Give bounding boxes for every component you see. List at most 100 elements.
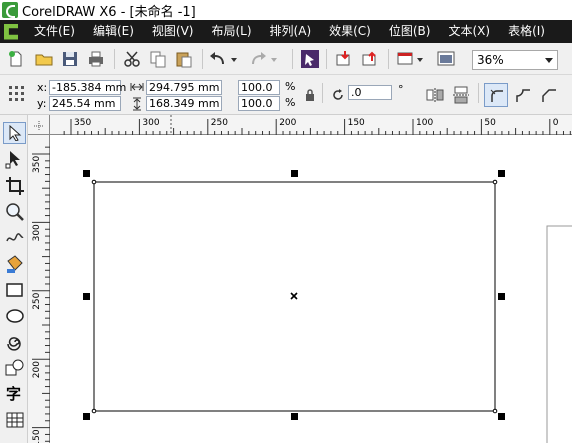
handle-top-right: [498, 170, 505, 177]
menu-bar: 文件(E) 编辑(E) 视图(V) 布局(L) 排列(A) 效果(C) 位图(B…: [0, 20, 572, 43]
handle-bottom-right: [498, 413, 505, 420]
export-icon[interactable]: [360, 49, 380, 69]
table-tool-icon[interactable]: [4, 409, 26, 431]
new-icon[interactable]: [6, 49, 26, 69]
horizontal-ruler-ticks: 350 300 250 200 150 100 50 0: [63, 115, 571, 135]
toolbar-separator: [326, 49, 327, 69]
property-separator: [322, 83, 323, 103]
app-menu-logo-icon[interactable]: [0, 20, 22, 43]
chevron-down-icon: [545, 58, 553, 63]
round-corner-button[interactable]: [484, 83, 508, 107]
reference-point-icon[interactable]: [8, 85, 26, 103]
ruler-label: 350: [32, 156, 42, 173]
ruler-label: 200: [32, 361, 42, 378]
drawing-canvas[interactable]: [51, 136, 572, 443]
ellipse-tool-icon[interactable]: [4, 305, 26, 327]
zoom-tool-icon[interactable]: [4, 201, 26, 223]
ruler-label: 250: [32, 292, 42, 309]
rotation-icon: [333, 89, 343, 100]
spiral-tool-icon[interactable]: [4, 331, 26, 353]
copy-icon[interactable]: [148, 49, 168, 69]
mirror-vertical-icon[interactable]: [452, 86, 470, 104]
lock-ratio-icon[interactable]: [304, 88, 316, 102]
redo-icon[interactable]: [248, 49, 268, 69]
search-content-icon[interactable]: [300, 49, 320, 69]
title-bar: CorelDRAW X6 - [未命名 -1]: [0, 0, 572, 20]
coreldraw-logo-icon: [2, 2, 18, 18]
application-launcher-icon[interactable]: [396, 49, 416, 69]
smart-fill-tool-icon[interactable]: [4, 253, 26, 275]
freehand-tool-icon[interactable]: [4, 227, 26, 249]
ruler-label: 300: [142, 118, 159, 128]
text-tool-icon[interactable]: 字: [6, 383, 21, 404]
toolbar-separator: [202, 49, 203, 69]
y-label: y:: [37, 97, 47, 110]
toolbox: 字: [0, 115, 28, 443]
height-field[interactable]: 168.349 mm: [146, 96, 222, 111]
scalloped-corner-icon[interactable]: [514, 87, 532, 103]
rotation-angle-field[interactable]: .0: [348, 85, 392, 100]
menu-arrange[interactable]: 排列(A): [261, 20, 321, 43]
open-icon[interactable]: [34, 49, 54, 69]
scale-y-percent: %: [285, 96, 296, 109]
handle-middle-right: [498, 293, 505, 300]
ruler-label: 150: [348, 118, 365, 128]
width-field[interactable]: 294.795 mm: [146, 80, 222, 95]
launcher-dropdown-icon[interactable]: [414, 49, 426, 69]
paste-icon[interactable]: [174, 49, 194, 69]
basic-shapes-tool-icon[interactable]: [4, 357, 26, 379]
menu-bitmaps[interactable]: 位图(B): [380, 20, 440, 43]
undo-icon[interactable]: [208, 49, 228, 69]
horizontal-ruler[interactable]: 350 300 250 200 150 100 50 0: [50, 115, 572, 135]
pick-tool-icon: [9, 125, 22, 141]
toolbar-separator: [388, 49, 389, 69]
height-icon: [133, 97, 141, 111]
scale-x-field[interactable]: 100.0: [238, 80, 280, 95]
rectangle-tool-icon[interactable]: [4, 279, 26, 301]
zoom-level-select[interactable]: 36%: [472, 50, 558, 70]
handle-bottom-center: [291, 413, 298, 420]
menu-layout[interactable]: 布局(L): [202, 20, 260, 43]
crop-tool-icon[interactable]: [4, 175, 26, 197]
round-corner-icon: [490, 89, 503, 102]
x-position-field[interactable]: -185.384 mm: [49, 80, 126, 95]
undo-dropdown-icon[interactable]: [228, 49, 240, 69]
redo-dropdown-icon[interactable]: [268, 49, 280, 69]
save-icon[interactable]: [60, 49, 80, 69]
standard-toolbar: 36%: [0, 43, 572, 75]
ruler-label: 250: [211, 118, 228, 128]
scale-x-percent: %: [285, 80, 296, 93]
handle-middle-left: [83, 293, 90, 300]
menu-edit[interactable]: 编辑(E): [84, 20, 143, 43]
zoom-level-value: 36%: [477, 53, 504, 67]
menu-effects[interactable]: 效果(C): [320, 20, 380, 43]
menu-file[interactable]: 文件(E): [25, 20, 84, 43]
welcome-screen-icon[interactable]: [436, 49, 456, 69]
page-border: [546, 225, 572, 443]
print-icon[interactable]: [86, 49, 106, 69]
y-position-field[interactable]: 245.54 mm: [49, 96, 121, 111]
ruler-label: 200: [279, 118, 296, 128]
ruler-label: 300: [32, 224, 42, 241]
pick-tool-button[interactable]: [3, 122, 26, 144]
vertical-ruler[interactable]: 350 300 250 200 150: [28, 135, 50, 443]
ruler-label: 100: [416, 118, 433, 128]
mirror-horizontal-icon[interactable]: [426, 87, 444, 103]
chamfered-corner-icon[interactable]: [540, 87, 558, 103]
property-bar: x: -185.384 mm y: 245.54 mm 294.795 mm 1…: [0, 75, 572, 115]
window-title: CorelDRAW X6 - [未命名 -1]: [22, 4, 196, 20]
degree-symbol: °: [398, 83, 404, 96]
property-separator: [478, 83, 479, 103]
menu-view[interactable]: 视图(V): [143, 20, 203, 43]
menu-text[interactable]: 文本(X): [439, 20, 499, 43]
scale-y-field[interactable]: 100.0: [238, 96, 280, 111]
shape-tool-icon[interactable]: [4, 149, 26, 171]
import-icon[interactable]: [334, 49, 354, 69]
handle-bottom-left: [83, 413, 90, 420]
menu-table[interactable]: 表格(I): [499, 20, 554, 43]
ruler-origin[interactable]: [28, 115, 50, 135]
toolbar-separator: [114, 49, 115, 69]
x-label: x:: [37, 81, 48, 94]
ruler-origin-icon: [34, 121, 44, 131]
cut-icon[interactable]: [122, 49, 142, 69]
